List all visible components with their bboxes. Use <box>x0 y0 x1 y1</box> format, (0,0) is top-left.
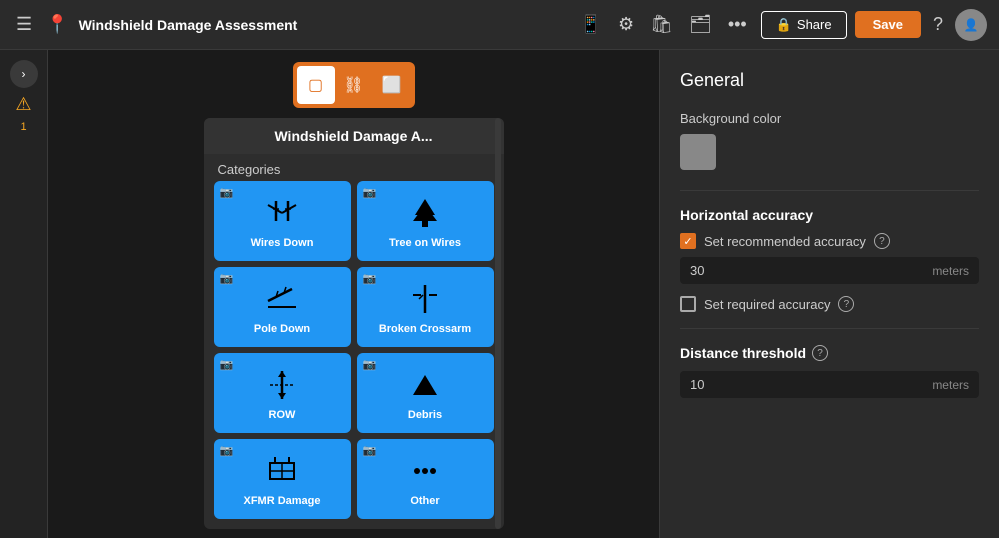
help-icon[interactable]: ? <box>929 10 947 39</box>
share-lock-icon: 🔒 <box>776 17 792 33</box>
category-item-wires-down[interactable]: 📷 Wires Down <box>214 181 351 261</box>
recommended-accuracy-input-row: meters <box>680 257 979 284</box>
camera-icon-pole-down: 📷 <box>220 272 234 285</box>
link-view-button[interactable]: ⛓ <box>335 66 373 104</box>
center-content: ▢ ⛓ ⬜ Windshield Damage A... Categories … <box>48 50 659 538</box>
xfmr-damage-icon <box>264 453 300 489</box>
link-icon: ⛓ <box>343 75 363 95</box>
tree-on-wires-icon <box>407 195 443 231</box>
debris-icon <box>407 367 443 403</box>
navbar-left: ☰ 📍 Windshield Damage Assessment <box>12 10 566 39</box>
settings-icon[interactable]: ⚙ <box>614 10 638 39</box>
distance-threshold-help-icon[interactable]: ? <box>812 345 828 361</box>
recommended-accuracy-checkbox[interactable] <box>680 233 696 249</box>
navbar: ☰ 📍 Windshield Damage Assessment 📱 ⚙ 🛍 🗂… <box>0 0 999 50</box>
category-item-debris[interactable]: 📷 Debris <box>357 353 494 433</box>
sidebar-toggle-button[interactable]: › <box>10 60 38 88</box>
camera-icon-debris: 📷 <box>363 358 377 371</box>
xfmr-damage-label: XFMR Damage <box>243 495 320 507</box>
other-icon <box>407 453 443 489</box>
other-label: Other <box>410 495 439 507</box>
panel-title: General <box>680 70 979 91</box>
category-item-row[interactable]: 📷 ROW <box>214 353 351 433</box>
app-title: Windshield Damage Assessment <box>79 17 298 33</box>
warning-icon: ⚠ <box>15 94 31 115</box>
navbar-center: 📱 ⚙ 🛍 🗂 ••• <box>576 10 751 39</box>
debris-label: Debris <box>408 409 442 421</box>
left-sidebar: › ⚠ 1 <box>0 50 48 538</box>
camera-icon-other: 📷 <box>363 444 377 457</box>
wires-down-icon <box>264 195 300 231</box>
distance-threshold-input[interactable] <box>690 377 932 392</box>
camera-icon-wires-down: 📷 <box>220 186 234 199</box>
more-icon[interactable]: ••• <box>724 10 751 39</box>
app-logo-icon: 📍 <box>46 14 68 35</box>
navbar-right: 🔒 Share Save ? 👤 <box>761 9 987 41</box>
horizontal-accuracy-title: Horizontal accuracy <box>680 207 979 223</box>
distance-threshold-unit: meters <box>932 378 969 392</box>
menu-icon[interactable]: ☰ <box>12 10 36 39</box>
broken-crossarm-label: Broken Crossarm <box>379 323 471 335</box>
category-item-tree-on-wires[interactable]: 📷 Tree on Wires <box>357 181 494 261</box>
phone-view-button[interactable]: ▢ <box>297 66 335 104</box>
required-accuracy-row: Set required accuracy ? <box>680 296 979 312</box>
app-preview-header: Windshield Damage A... <box>204 118 504 154</box>
save-button[interactable]: Save <box>855 11 921 38</box>
broken-crossarm-icon <box>407 281 443 317</box>
row-label: ROW <box>269 409 296 421</box>
recommended-accuracy-label: Set recommended accuracy <box>704 234 866 249</box>
camera-icon-tree-on-wires: 📷 <box>363 186 377 199</box>
layout-view-button[interactable]: ⬜ <box>373 66 411 104</box>
share-button[interactable]: 🔒 Share <box>761 11 847 39</box>
main-layout: › ⚠ 1 ▢ ⛓ ⬜ Windshield Damage A... Categ… <box>0 50 999 538</box>
pole-down-icon <box>264 281 300 317</box>
row-icon <box>264 367 300 403</box>
avatar: 👤 <box>955 9 987 41</box>
divider-1 <box>680 190 979 191</box>
camera-icon-row: 📷 <box>220 358 234 371</box>
categories-grid: 📷 Wires Down 📷 <box>204 181 504 529</box>
camera-icon-broken-crossarm: 📷 <box>363 272 377 285</box>
phone-icon: ▢ <box>308 75 323 95</box>
recommended-accuracy-row: Set recommended accuracy ? <box>680 233 979 249</box>
publish-icon[interactable]: 🛍 <box>646 10 677 39</box>
distance-threshold-title: Distance threshold <box>680 345 806 361</box>
required-accuracy-checkbox[interactable] <box>680 296 696 312</box>
required-accuracy-label: Set required accuracy <box>704 297 830 312</box>
divider-2 <box>680 328 979 329</box>
recommended-accuracy-unit: meters <box>932 264 969 278</box>
bg-color-label: Background color <box>680 111 979 126</box>
wires-down-label: Wires Down <box>251 237 314 249</box>
required-accuracy-help-icon[interactable]: ? <box>838 296 854 312</box>
category-item-xfmr-damage[interactable]: 📷 XFMR Damage <box>214 439 351 519</box>
pole-down-label: Pole Down <box>254 323 310 335</box>
bg-color-swatch[interactable] <box>680 134 716 170</box>
app-preview-card: Windshield Damage A... Categories 📷 Wire… <box>204 118 504 529</box>
camera-icon-xfmr-damage: 📷 <box>220 444 234 457</box>
right-panel: General Background color Horizontal accu… <box>659 50 999 538</box>
category-item-pole-down[interactable]: 📷 Pole Down <box>214 267 351 347</box>
preview-toolbar: ▢ ⛓ ⬜ <box>293 62 415 108</box>
mobile-preview-icon[interactable]: 📱 <box>576 10 606 39</box>
categories-label: Categories <box>204 154 504 181</box>
warning-count: 1 <box>20 121 26 133</box>
recommended-accuracy-input[interactable] <box>690 263 932 278</box>
recommended-accuracy-help-icon[interactable]: ? <box>874 233 890 249</box>
layers-icon[interactable]: 🗂 <box>685 10 716 39</box>
scrollbar[interactable] <box>495 118 501 529</box>
tree-on-wires-label: Tree on Wires <box>389 237 461 249</box>
category-item-broken-crossarm[interactable]: 📷 Broken Crossarm <box>357 267 494 347</box>
category-item-other[interactable]: 📷 Other <box>357 439 494 519</box>
layout-icon: ⬜ <box>382 75 402 95</box>
distance-threshold-input-row: meters <box>680 371 979 398</box>
